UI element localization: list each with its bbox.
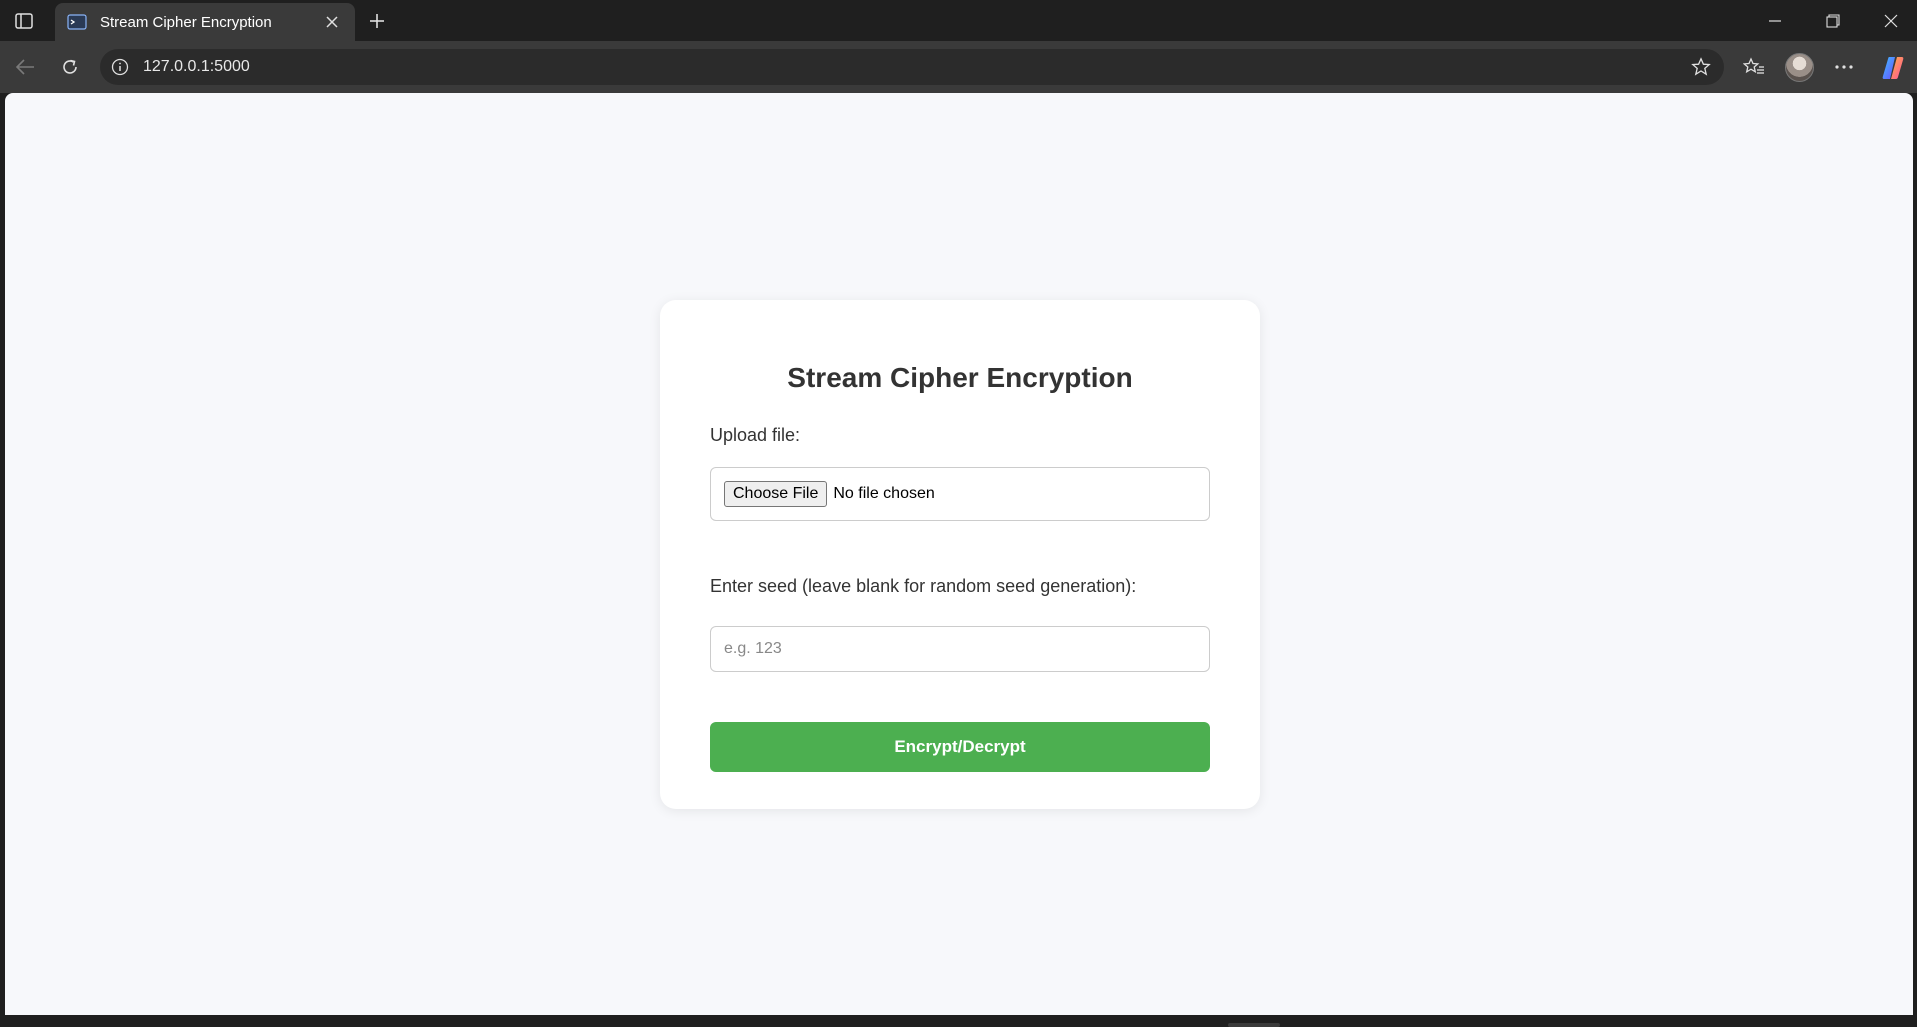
scroll-indicator: [1228, 1023, 1280, 1027]
reload-icon[interactable]: [56, 53, 84, 81]
file-status-text: No file chosen: [833, 485, 935, 502]
back-arrow-icon[interactable]: [11, 53, 39, 81]
tab-active[interactable]: Stream Cipher Encryption: [55, 3, 355, 41]
info-icon[interactable]: [110, 57, 130, 77]
close-icon[interactable]: [1878, 8, 1904, 34]
browser-window: Stream Cipher Encryption 127.0.0.1:5000 …: [0, 0, 1917, 1027]
url-text[interactable]: 127.0.0.1:5000: [143, 58, 250, 76]
page-viewport: Stream Cipher Encryption Upload file: Ch…: [5, 93, 1913, 1015]
encrypt-decrypt-button[interactable]: Encrypt/Decrypt: [710, 722, 1210, 772]
more-icon[interactable]: [1830, 53, 1858, 81]
copilot-icon[interactable]: [1878, 53, 1907, 82]
tab-title: Stream Cipher Encryption: [100, 13, 272, 31]
address-bar[interactable]: 127.0.0.1:5000: [100, 49, 1724, 85]
choose-file-button[interactable]: Choose File: [724, 481, 828, 507]
favorites-icon[interactable]: [1740, 53, 1768, 81]
plus-icon[interactable]: [364, 8, 390, 34]
tab-strip: Stream Cipher Encryption: [0, 0, 1917, 41]
cipher-form-card: Stream Cipher Encryption Upload file: Ch…: [660, 300, 1260, 809]
upload-file-label: Upload file:: [710, 425, 801, 445]
close-icon[interactable]: [321, 11, 343, 33]
avatar[interactable]: [1785, 53, 1814, 82]
seed-input[interactable]: [710, 626, 1210, 672]
sidebar-toggle-icon[interactable]: [12, 9, 36, 33]
browser-toolbar: 127.0.0.1:5000: [0, 41, 1917, 93]
terminal-window-icon: [67, 12, 87, 32]
star-icon[interactable]: [1690, 56, 1712, 78]
window-bottom-edge: [0, 1015, 1917, 1027]
restore-icon[interactable]: [1820, 8, 1846, 34]
file-input[interactable]: Choose File No file chosen: [710, 467, 1210, 521]
page-title: Stream Cipher Encryption: [787, 362, 1133, 393]
seed-label: Enter seed (leave blank for random seed …: [710, 576, 1137, 596]
minimize-icon[interactable]: [1762, 8, 1788, 34]
